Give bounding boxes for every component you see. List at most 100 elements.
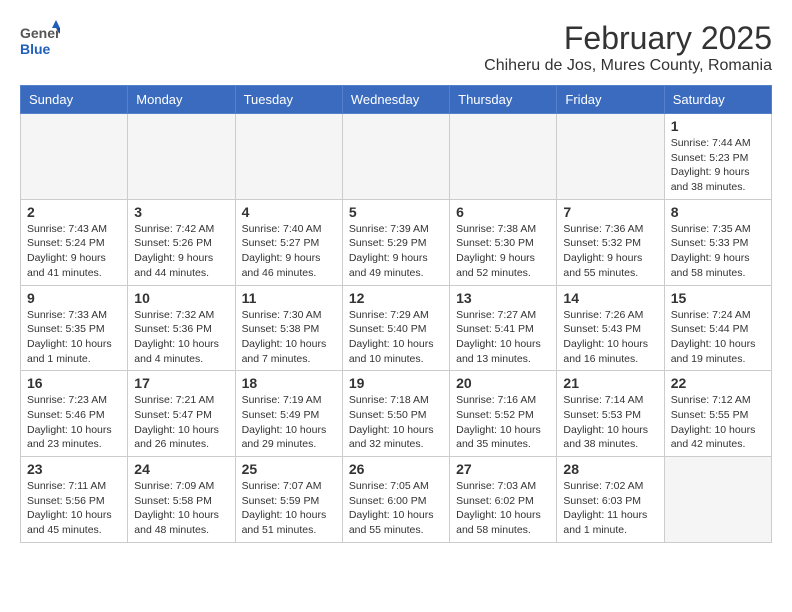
- calendar-week-row: 16Sunrise: 7:23 AM Sunset: 5:46 PM Dayli…: [21, 371, 772, 457]
- logo-icon: General Blue: [20, 20, 60, 60]
- day-info: Sunrise: 7:35 AM Sunset: 5:33 PM Dayligh…: [671, 222, 765, 281]
- calendar-cell: [128, 114, 235, 200]
- day-number: 9: [27, 290, 121, 306]
- day-number: 22: [671, 375, 765, 391]
- calendar-cell: 21 Sunrise: 7:14 AM Sunset: 5:53 PM Dayli…: [557, 371, 664, 457]
- day-number: 5: [349, 204, 443, 220]
- day-number: 25: [242, 461, 336, 477]
- calendar-cell: 11 Sunrise: 7:30 AM Sunset: 5:38 PM Dayli…: [235, 285, 342, 371]
- calendar-cell: [342, 114, 449, 200]
- day-info: Sunrise: 7:43 AM Sunset: 5:24 PM Dayligh…: [27, 222, 121, 281]
- day-info: Sunrise: 7:24 AM Sunset: 5:44 PM Dayligh…: [671, 308, 765, 367]
- calendar-cell: 17Sunrise: 7:21 AM Sunset: 5:47 PM Dayli…: [128, 371, 235, 457]
- day-info: Sunrise: 7:44 AM Sunset: 5:23 PM Dayligh…: [671, 136, 765, 195]
- logo: General Blue: [20, 20, 64, 60]
- calendar-week-row: 1 Sunrise: 7:44 AM Sunset: 5:23 PM Daylig…: [21, 114, 772, 200]
- day-number: 16: [27, 375, 121, 391]
- day-info: Sunrise: 7:09 AM Sunset: 5:58 PM Dayligh…: [134, 479, 228, 538]
- svg-text:Blue: Blue: [20, 41, 51, 57]
- weekday-header-friday: Friday: [557, 86, 664, 114]
- day-info: Sunrise: 7:40 AM Sunset: 5:27 PM Dayligh…: [242, 222, 336, 281]
- title-block: February 2025 Chiheru de Jos, Mures Coun…: [484, 20, 772, 75]
- calendar-cell: 5Sunrise: 7:39 AM Sunset: 5:29 PM Daylig…: [342, 199, 449, 285]
- day-info: Sunrise: 7:33 AM Sunset: 5:35 PM Dayligh…: [27, 308, 121, 367]
- calendar-cell: 1 Sunrise: 7:44 AM Sunset: 5:23 PM Daylig…: [664, 114, 771, 200]
- month-year-title: February 2025: [484, 20, 772, 57]
- day-number: 28: [563, 461, 657, 477]
- day-number: 23: [27, 461, 121, 477]
- calendar-cell: 24 Sunrise: 7:09 AM Sunset: 5:58 PM Dayli…: [128, 457, 235, 543]
- day-number: 1: [671, 118, 765, 134]
- day-number: 7: [563, 204, 657, 220]
- day-info: Sunrise: 7:16 AM Sunset: 5:52 PM Dayligh…: [456, 393, 550, 452]
- calendar-week-row: 2 Sunrise: 7:43 AM Sunset: 5:24 PM Daylig…: [21, 199, 772, 285]
- calendar-cell: 6 Sunrise: 7:38 AM Sunset: 5:30 PM Daylig…: [450, 199, 557, 285]
- day-number: 21: [563, 375, 657, 391]
- day-info: Sunrise: 7:36 AM Sunset: 5:32 PM Dayligh…: [563, 222, 657, 281]
- day-info: Sunrise: 7:14 AM Sunset: 5:53 PM Dayligh…: [563, 393, 657, 452]
- day-info: Sunrise: 7:07 AM Sunset: 5:59 PM Dayligh…: [242, 479, 336, 538]
- day-number: 10: [134, 290, 228, 306]
- day-number: 13: [456, 290, 550, 306]
- calendar-cell: 3 Sunrise: 7:42 AM Sunset: 5:26 PM Daylig…: [128, 199, 235, 285]
- calendar-cell: 20 Sunrise: 7:16 AM Sunset: 5:52 PM Dayli…: [450, 371, 557, 457]
- calendar-cell: 4 Sunrise: 7:40 AM Sunset: 5:27 PM Daylig…: [235, 199, 342, 285]
- day-number: 24: [134, 461, 228, 477]
- day-info: Sunrise: 7:42 AM Sunset: 5:26 PM Dayligh…: [134, 222, 228, 281]
- calendar-cell: 14 Sunrise: 7:26 AM Sunset: 5:43 PM Dayli…: [557, 285, 664, 371]
- day-info: Sunrise: 7:02 AM Sunset: 6:03 PM Dayligh…: [563, 479, 657, 538]
- day-number: 20: [456, 375, 550, 391]
- day-number: 2: [27, 204, 121, 220]
- calendar-cell: [557, 114, 664, 200]
- weekday-header-saturday: Saturday: [664, 86, 771, 114]
- day-info: Sunrise: 7:32 AM Sunset: 5:36 PM Dayligh…: [134, 308, 228, 367]
- calendar-cell: 13 Sunrise: 7:27 AM Sunset: 5:41 PM Dayli…: [450, 285, 557, 371]
- day-info: Sunrise: 7:27 AM Sunset: 5:41 PM Dayligh…: [456, 308, 550, 367]
- day-number: 3: [134, 204, 228, 220]
- day-number: 18: [242, 375, 336, 391]
- calendar-cell: 9 Sunrise: 7:33 AM Sunset: 5:35 PM Daylig…: [21, 285, 128, 371]
- day-info: Sunrise: 7:38 AM Sunset: 5:30 PM Dayligh…: [456, 222, 550, 281]
- calendar-cell: 10 Sunrise: 7:32 AM Sunset: 5:36 PM Dayli…: [128, 285, 235, 371]
- page-header: General Blue February 2025 Chiheru de Jo…: [20, 20, 772, 75]
- day-info: Sunrise: 7:26 AM Sunset: 5:43 PM Dayligh…: [563, 308, 657, 367]
- calendar-table: SundayMondayTuesdayWednesdayThursdayFrid…: [20, 85, 772, 543]
- day-number: 8: [671, 204, 765, 220]
- calendar-cell: 23 Sunrise: 7:11 AM Sunset: 5:56 PM Dayli…: [21, 457, 128, 543]
- calendar-cell: 18Sunrise: 7:19 AM Sunset: 5:49 PM Dayli…: [235, 371, 342, 457]
- weekday-header-monday: Monday: [128, 86, 235, 114]
- calendar-cell: 16Sunrise: 7:23 AM Sunset: 5:46 PM Dayli…: [21, 371, 128, 457]
- location-subtitle: Chiheru de Jos, Mures County, Romania: [484, 57, 772, 75]
- weekday-header-wednesday: Wednesday: [342, 86, 449, 114]
- day-number: 19: [349, 375, 443, 391]
- calendar-cell: [21, 114, 128, 200]
- day-number: 14: [563, 290, 657, 306]
- calendar-cell: 7 Sunrise: 7:36 AM Sunset: 5:32 PM Daylig…: [557, 199, 664, 285]
- calendar-cell: 27Sunrise: 7:03 AM Sunset: 6:02 PM Dayli…: [450, 457, 557, 543]
- calendar-cell: 8 Sunrise: 7:35 AM Sunset: 5:33 PM Daylig…: [664, 199, 771, 285]
- day-info: Sunrise: 7:30 AM Sunset: 5:38 PM Dayligh…: [242, 308, 336, 367]
- day-number: 15: [671, 290, 765, 306]
- day-info: Sunrise: 7:12 AM Sunset: 5:55 PM Dayligh…: [671, 393, 765, 452]
- day-info: Sunrise: 7:29 AM Sunset: 5:40 PM Dayligh…: [349, 308, 443, 367]
- calendar-cell: 26Sunrise: 7:05 AM Sunset: 6:00 PM Dayli…: [342, 457, 449, 543]
- day-number: 12: [349, 290, 443, 306]
- calendar-cell: 15 Sunrise: 7:24 AM Sunset: 5:44 PM Dayli…: [664, 285, 771, 371]
- day-info: Sunrise: 7:03 AM Sunset: 6:02 PM Dayligh…: [456, 479, 550, 538]
- calendar-cell: 2 Sunrise: 7:43 AM Sunset: 5:24 PM Daylig…: [21, 199, 128, 285]
- calendar-week-row: 23 Sunrise: 7:11 AM Sunset: 5:56 PM Dayli…: [21, 457, 772, 543]
- calendar-cell: 22 Sunrise: 7:12 AM Sunset: 5:55 PM Dayli…: [664, 371, 771, 457]
- day-info: Sunrise: 7:18 AM Sunset: 5:50 PM Dayligh…: [349, 393, 443, 452]
- weekday-header-sunday: Sunday: [21, 86, 128, 114]
- calendar-cell: 28 Sunrise: 7:02 AM Sunset: 6:03 PM Dayli…: [557, 457, 664, 543]
- calendar-week-row: 9 Sunrise: 7:33 AM Sunset: 5:35 PM Daylig…: [21, 285, 772, 371]
- day-info: Sunrise: 7:05 AM Sunset: 6:00 PM Dayligh…: [349, 479, 443, 538]
- calendar-cell: [664, 457, 771, 543]
- day-number: 4: [242, 204, 336, 220]
- weekday-header-thursday: Thursday: [450, 86, 557, 114]
- day-number: 6: [456, 204, 550, 220]
- calendar-cell: 19 Sunrise: 7:18 AM Sunset: 5:50 PM Dayli…: [342, 371, 449, 457]
- weekday-header-tuesday: Tuesday: [235, 86, 342, 114]
- day-info: Sunrise: 7:11 AM Sunset: 5:56 PM Dayligh…: [27, 479, 121, 538]
- day-number: 11: [242, 290, 336, 306]
